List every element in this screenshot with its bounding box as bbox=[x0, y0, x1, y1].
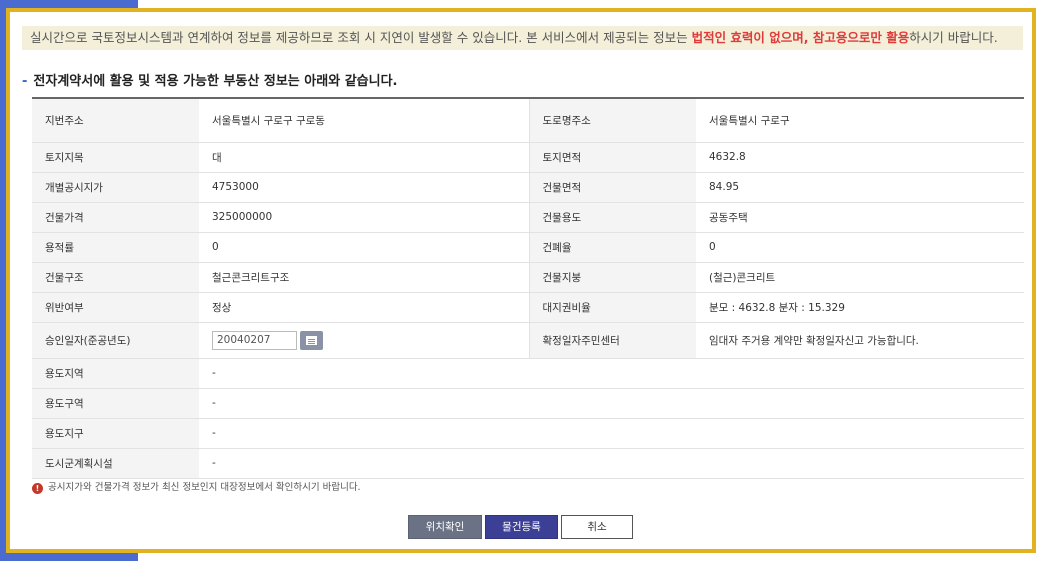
value-road-address: 서울특별시 구로구 bbox=[696, 98, 1024, 143]
value-land-right-ratio: 분모 : 4632.8 분자 : 15.329 bbox=[696, 292, 1024, 323]
label-urban-facility: 도시군계획시설 bbox=[32, 448, 199, 479]
table-row: 지번주소 서울특별시 구로구 구로동 도로명주소 서울특별시 구로구 bbox=[32, 98, 1024, 143]
value-confirm-center: 임대자 주거용 계약만 확정일자신고 가능합니다. bbox=[696, 322, 1024, 359]
label-land-right-ratio: 대지권비율 bbox=[528, 292, 696, 323]
cancel-button[interactable]: 취소 bbox=[561, 515, 633, 539]
approval-date-input[interactable] bbox=[212, 330, 297, 350]
label-use-region: 용도지역 bbox=[32, 358, 199, 389]
notice-banner: 실시간으로 국토정보시스템과 연계하여 정보를 제공하므로 조회 시 지연이 발… bbox=[22, 26, 1023, 50]
info-icon: ! bbox=[32, 483, 43, 494]
notice-highlight: 법적인 효력이 없으며, 참고용으로만 활용 bbox=[691, 30, 910, 45]
label-building-use: 건물용도 bbox=[528, 202, 696, 233]
label-land-category: 토지지목 bbox=[32, 142, 199, 173]
label-building-area: 건물면적 bbox=[528, 172, 696, 203]
table-row: 승인일자(준공년도) 확정일자주민센터 임대자 주거용 계약만 확정일자신고 가… bbox=[32, 322, 1024, 359]
value-use-zone: - bbox=[199, 388, 1024, 419]
label-jibun-address: 지번주소 bbox=[32, 98, 199, 143]
label-use-district: 용도지구 bbox=[32, 418, 199, 449]
label-violation: 위반여부 bbox=[32, 292, 199, 323]
table-row: 용도지구 - bbox=[32, 418, 1024, 449]
section-title-text: 전자계약서에 활용 및 적용 가능한 부동산 정보는 아래와 같습니다. bbox=[33, 74, 398, 89]
label-building-structure: 건물구조 bbox=[32, 262, 199, 293]
table-row: 건물구조 철근콘크리트구조 건물지붕 (철근)콘크리트 bbox=[32, 262, 1024, 293]
value-building-structure: 철근콘크리트구조 bbox=[199, 262, 529, 293]
table-row: 도시군계획시설 - bbox=[32, 448, 1024, 479]
value-floor-area-ratio: 0 bbox=[199, 232, 529, 263]
label-coverage-ratio: 건폐율 bbox=[528, 232, 696, 263]
footnote: ! 공시지가와 건물가격 정보가 최신 정보인지 대장정보에서 확인하시기 바랍니… bbox=[32, 479, 361, 494]
label-use-zone: 용도구역 bbox=[32, 388, 199, 419]
register-property-button[interactable]: 물건등록 bbox=[485, 515, 558, 539]
property-info-table: 지번주소 서울특별시 구로구 구로동 도로명주소 서울특별시 구로구 토지지목 … bbox=[32, 97, 1024, 479]
label-building-roof: 건물지붕 bbox=[528, 262, 696, 293]
table-row: 건물가격 325000000 건물용도 공동주택 bbox=[32, 202, 1024, 233]
dash-icon: - bbox=[22, 74, 28, 89]
value-land-area: 4632.8 bbox=[696, 142, 1024, 173]
value-coverage-ratio: 0 bbox=[696, 232, 1024, 263]
value-land-category: 대 bbox=[199, 142, 529, 173]
location-check-button[interactable]: 위치확인 bbox=[408, 515, 482, 539]
notice-text-end: 하시기 바랍니다. bbox=[909, 30, 998, 45]
value-use-region: - bbox=[199, 358, 1024, 389]
calendar-icon[interactable] bbox=[300, 330, 323, 350]
label-building-price: 건물가격 bbox=[32, 202, 199, 233]
value-land-price: 4753000 bbox=[199, 172, 529, 203]
table-row: 토지지목 대 토지면적 4632.8 bbox=[32, 142, 1024, 173]
table-row: 용적률 0 건폐율 0 bbox=[32, 232, 1024, 263]
table-row: 개별공시지가 4753000 건물면적 84.95 bbox=[32, 172, 1024, 203]
label-land-area: 토지면적 bbox=[528, 142, 696, 173]
approval-date-cell bbox=[199, 322, 529, 359]
value-jibun-address: 서울특별시 구로구 구로동 bbox=[199, 98, 529, 143]
table-row: 용도지역 - bbox=[32, 358, 1024, 389]
label-land-price: 개별공시지가 bbox=[32, 172, 199, 203]
dialog-content: 실시간으로 국토정보시스템과 연계하여 정보를 제공하므로 조회 시 지연이 발… bbox=[10, 12, 1032, 549]
value-violation: 정상 bbox=[199, 292, 529, 323]
label-floor-area-ratio: 용적률 bbox=[32, 232, 199, 263]
table-row: 용도구역 - bbox=[32, 388, 1024, 419]
value-use-district: - bbox=[199, 418, 1024, 449]
value-building-roof: (철근)콘크리트 bbox=[696, 262, 1024, 293]
value-building-price: 325000000 bbox=[199, 202, 529, 233]
value-building-area: 84.95 bbox=[696, 172, 1024, 203]
label-confirm-center: 확정일자주민센터 bbox=[528, 322, 696, 359]
value-urban-facility: - bbox=[199, 448, 1024, 479]
label-approval-date: 승인일자(준공년도) bbox=[32, 322, 199, 359]
section-title: - 전자계약서에 활용 및 적용 가능한 부동산 정보는 아래와 같습니다. bbox=[22, 70, 397, 89]
value-building-use: 공동주택 bbox=[696, 202, 1024, 233]
footnote-text: 공시지가와 건물가격 정보가 최신 정보인지 대장정보에서 확인하시기 바랍니다… bbox=[48, 482, 361, 493]
notice-text: 실시간으로 국토정보시스템과 연계하여 정보를 제공하므로 조회 시 지연이 발… bbox=[30, 30, 692, 45]
table-row: 위반여부 정상 대지권비율 분모 : 4632.8 분자 : 15.329 bbox=[32, 292, 1024, 323]
label-road-address: 도로명주소 bbox=[528, 98, 696, 143]
